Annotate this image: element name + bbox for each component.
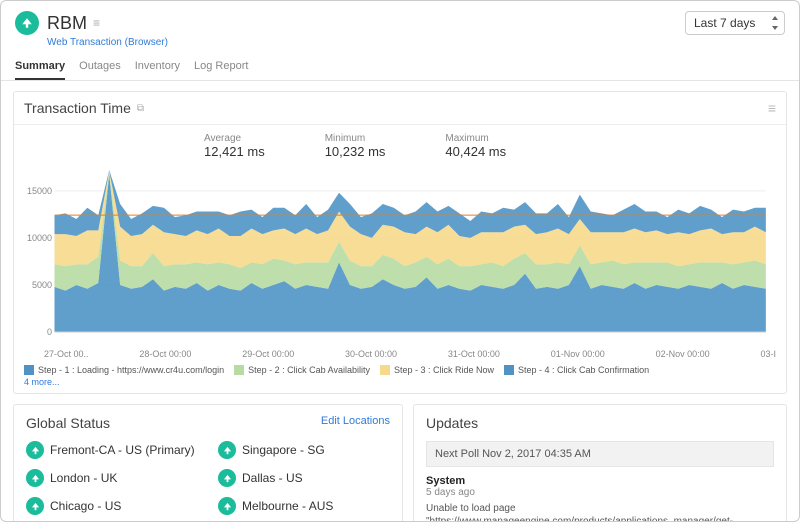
breadcrumb-link[interactable]: Web Transaction (Browser) (47, 37, 168, 48)
status-up-icon (15, 11, 39, 35)
tab-summary[interactable]: Summary (15, 54, 65, 80)
location-item[interactable]: Chicago - US (26, 497, 198, 515)
y-tick-label: 5000 (32, 280, 52, 290)
location-label: Fremont-CA - US (Primary) (50, 443, 195, 457)
stats-row: Average 12,421 ms Minimum 10,232 ms Maxi… (14, 125, 786, 163)
update-item-title: System (426, 475, 774, 487)
next-poll-box: Next Poll Nov 2, 2017 04:35 AM (426, 441, 774, 467)
x-tick-label: 27-Oct 00.. (44, 349, 89, 359)
tabs: Summary Outages Inventory Log Report (1, 54, 799, 81)
legend-label: Step - 2 : Click Cab Availability (248, 365, 370, 375)
avg-value: 12,421 ms (204, 144, 265, 159)
status-up-icon (218, 441, 236, 459)
legend-swatch (504, 365, 514, 375)
panel-title: Transaction Time (24, 100, 131, 116)
title-menu-icon[interactable]: ≡ (93, 16, 101, 30)
location-item[interactable]: Fremont-CA - US (Primary) (26, 441, 198, 459)
legend-more-link[interactable]: 4 more... (14, 377, 786, 393)
chart: 0 5000 10000 15000 (24, 167, 776, 347)
location-item[interactable]: Singapore - SG (218, 441, 390, 459)
legend-item[interactable]: Step - 1 : Loading - https://www.cr4u.co… (24, 365, 224, 375)
x-tick-label: 02-Nov 00:00 (656, 349, 710, 359)
header: RBM ≡ Last 7 days (1, 1, 799, 37)
transaction-time-panel: Transaction Time ⧉ ≡ Average 12,421 ms M… (13, 91, 787, 394)
updates-title: Updates (426, 415, 774, 431)
x-tick-label: 31-Oct 00:00 (448, 349, 500, 359)
tab-outages[interactable]: Outages (79, 54, 121, 80)
max-value: 40,424 ms (445, 144, 506, 159)
legend-label: Step - 1 : Loading - https://www.cr4u.co… (38, 365, 224, 375)
chart-legend: Step - 1 : Loading - https://www.cr4u.co… (14, 359, 786, 377)
legend-swatch (24, 365, 34, 375)
status-up-icon (218, 497, 236, 515)
chart-x-axis: 27-Oct 00.. 28-Oct 00:00 29-Oct 00:00 30-Oc… (44, 349, 776, 359)
location-label: Singapore - SG (242, 443, 325, 457)
app-frame: RBM ≡ Last 7 days Web Transaction (Brows… (0, 0, 800, 522)
legend-swatch (234, 365, 244, 375)
status-up-icon (218, 469, 236, 487)
date-range-select[interactable]: Last 7 days (685, 11, 785, 35)
y-tick-label: 0 (47, 327, 52, 337)
x-tick-label: 28-Oct 00:00 (139, 349, 191, 359)
x-tick-label: 30-Oct 00:00 (345, 349, 397, 359)
status-up-icon (26, 469, 44, 487)
location-item[interactable]: London - UK (26, 469, 198, 487)
x-tick-label: 29-Oct 00:00 (242, 349, 294, 359)
legend-swatch (380, 365, 390, 375)
location-label: Chicago - US (50, 499, 121, 513)
status-up-icon (26, 497, 44, 515)
min-value: 10,232 ms (325, 144, 386, 159)
legend-label: Step - 4 : Click Cab Confirmation (518, 365, 649, 375)
breadcrumb: Web Transaction (Browser) (1, 37, 799, 54)
tab-inventory[interactable]: Inventory (135, 54, 180, 80)
legend-item[interactable]: Step - 4 : Click Cab Confirmation (504, 365, 649, 375)
y-tick-label: 15000 (27, 186, 52, 196)
legend-item[interactable]: Step - 2 : Click Cab Availability (234, 365, 370, 375)
update-item-meta: 5 days ago (426, 487, 774, 498)
panel-menu-icon[interactable]: ≡ (768, 100, 776, 116)
min-label: Minimum (325, 133, 386, 144)
x-tick-label: 01-Nov 00:00 (551, 349, 605, 359)
location-item[interactable]: Dallas - US (218, 469, 390, 487)
external-link-icon[interactable]: ⧉ (137, 103, 144, 114)
y-tick-label: 10000 (27, 233, 52, 243)
location-label: London - UK (50, 471, 117, 485)
updates-card: Updates Next Poll Nov 2, 2017 04:35 AM S… (413, 404, 787, 522)
status-up-icon (26, 441, 44, 459)
legend-item[interactable]: Step - 3 : Click Ride Now (380, 365, 494, 375)
location-item[interactable]: Melbourne - AUS (218, 497, 390, 515)
tab-log-report[interactable]: Log Report (194, 54, 248, 80)
location-label: Melbourne - AUS (242, 499, 333, 513)
global-status-card: Edit Locations Global Status Fremont-CA … (13, 404, 403, 522)
update-item-body: Unable to load page "https://www.managee… (426, 502, 774, 522)
edit-locations-link[interactable]: Edit Locations (321, 415, 390, 427)
page-title: RBM (47, 13, 87, 34)
legend-label: Step - 3 : Click Ride Now (394, 365, 494, 375)
location-label: Dallas - US (242, 471, 303, 485)
avg-label: Average (204, 133, 265, 144)
x-tick-label: 03-I (760, 349, 776, 359)
max-label: Maximum (445, 133, 506, 144)
